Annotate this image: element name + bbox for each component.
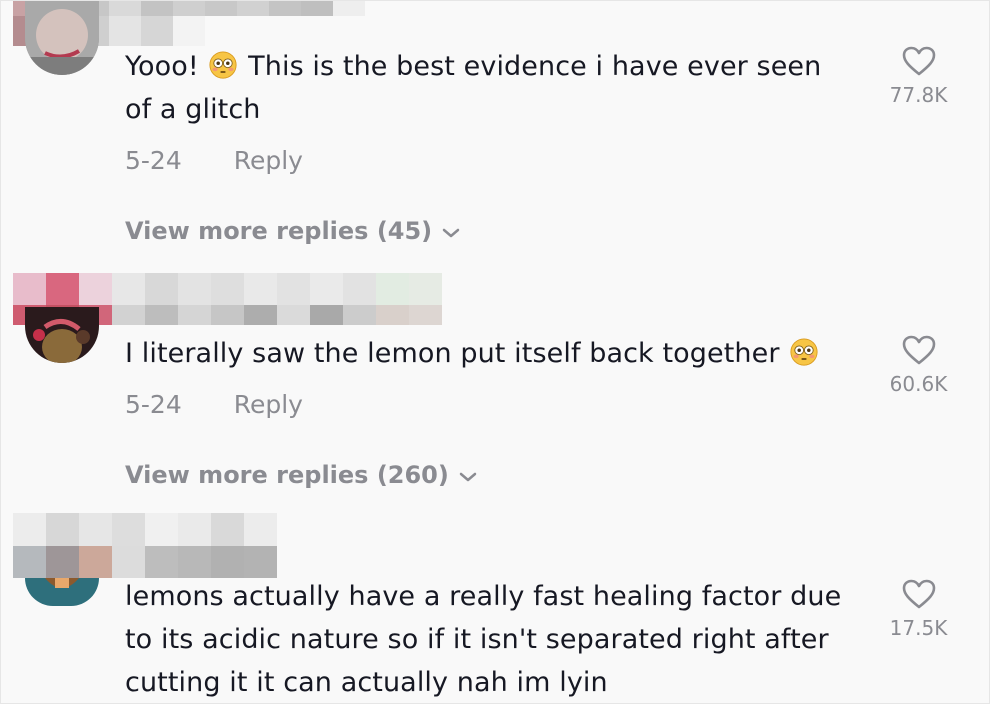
- view-more-replies-label: View more replies (45): [125, 217, 433, 245]
- chevron-down-icon: [442, 228, 460, 238]
- view-more-replies-label: View more replies (260): [125, 461, 449, 489]
- like-count: 77.8K: [889, 83, 948, 107]
- flushed-face-emoji-icon: [790, 338, 818, 366]
- comment-meta: 5-24 Reply: [125, 390, 303, 419]
- view-more-replies-button[interactable]: View more replies (260): [125, 461, 477, 489]
- heart-icon: [902, 579, 935, 609]
- like-button[interactable]: 17.5K: [881, 578, 956, 640]
- view-more-replies-button[interactable]: View more replies (45): [125, 217, 460, 245]
- avatar[interactable]: [25, 578, 99, 606]
- comment-list: Yooo! This is the best evidence i have e…: [0, 0, 990, 704]
- heart-icon: [902, 46, 935, 76]
- chevron-down-icon: [459, 472, 477, 482]
- comment-meta: 5-24 Reply: [125, 146, 303, 175]
- like-button[interactable]: 77.8K: [881, 45, 956, 107]
- comment-text: I literally saw the lemon put itself bac…: [125, 332, 845, 375]
- username-redacted: [13, 513, 277, 578]
- comment-date: 5-24: [125, 390, 182, 419]
- comment-text-start: Yooo!: [125, 51, 199, 82]
- avatar[interactable]: [25, 307, 99, 363]
- reply-button[interactable]: Reply: [234, 146, 303, 175]
- reply-button[interactable]: Reply: [234, 390, 303, 419]
- flushed-face-emoji-icon: [209, 51, 238, 79]
- comment-date: 5-24: [125, 146, 182, 175]
- comment-text: lemons actually have a really fast heali…: [125, 581, 842, 698]
- like-button[interactable]: 60.6K: [881, 334, 956, 396]
- comment-text-start: I literally saw the lemon put itself bac…: [125, 338, 780, 369]
- like-count: 17.5K: [889, 616, 948, 640]
- like-count: 60.6K: [889, 372, 948, 396]
- heart-icon: [902, 335, 935, 365]
- comment-text: Yooo! This is the best evidence i have e…: [125, 45, 845, 131]
- avatar[interactable]: [25, 1, 99, 75]
